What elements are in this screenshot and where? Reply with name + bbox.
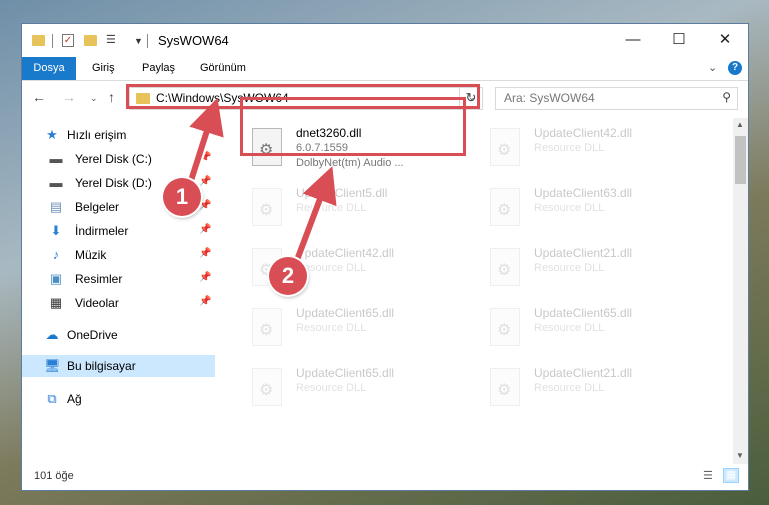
callout-1: 1 [163, 178, 201, 216]
callout-arrows [183, 97, 337, 273]
callout-2: 2 [269, 257, 307, 295]
arrow-1 [185, 97, 224, 191]
arrow-2 [291, 166, 337, 270]
